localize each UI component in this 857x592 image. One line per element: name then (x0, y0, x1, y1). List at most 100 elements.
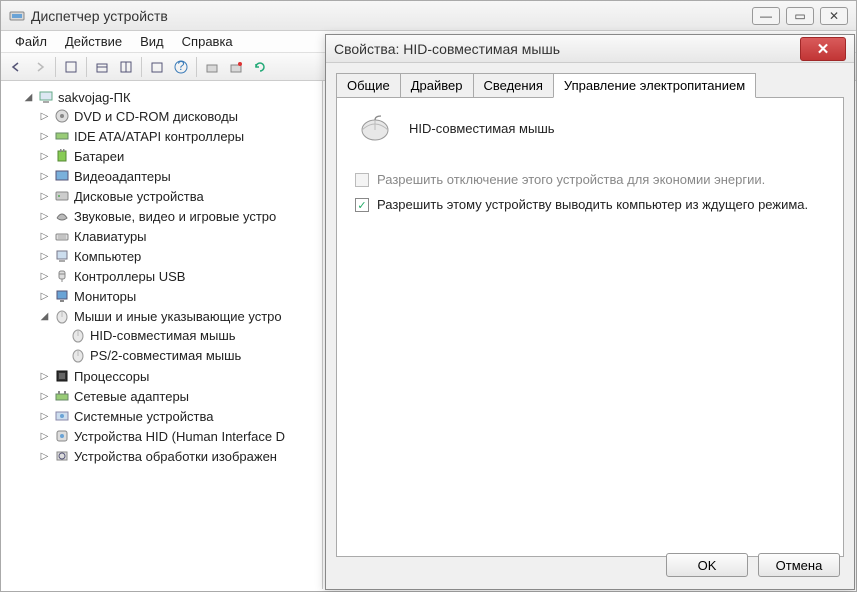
device-manager-icon (9, 8, 25, 24)
collapse-icon[interactable]: ◢ (39, 311, 50, 322)
dialog-buttons: OK Отмена (666, 553, 840, 577)
tab-panel-power: HID-совместимая мышь Разрешить отключени… (336, 97, 844, 557)
dm-title: Диспетчер устройств (31, 8, 752, 24)
tb-icon-3[interactable] (115, 56, 137, 78)
mouse-icon (70, 327, 86, 343)
expand-icon[interactable]: ▷ (39, 151, 50, 162)
tree-node[interactable]: ◢ Мыши и иные указывающие устро (37, 307, 322, 325)
menu-file[interactable]: Файл (7, 32, 55, 51)
tree-node[interactable]: ▷ Устройства обработки изображен (37, 447, 322, 465)
tree-node[interactable]: ▷ DVD и CD-ROM дисководы (37, 107, 322, 125)
device-category-icon (54, 208, 70, 224)
tree-node[interactable]: ▷Батареи (37, 147, 322, 165)
device-category-icon (54, 188, 70, 204)
device-category-icon (54, 308, 70, 324)
expand-icon[interactable]: ▷ (39, 171, 50, 182)
expand-icon[interactable]: ▷ (39, 431, 50, 442)
tree-leaf[interactable]: HID-совместимая мышь (53, 326, 322, 344)
device-category-icon (54, 248, 70, 264)
tree-node-label: Процессоры (74, 369, 149, 384)
tree-leaf[interactable]: PS/2-совместимая мышь (53, 346, 322, 364)
tree-node[interactable]: ▷ Процессоры (37, 367, 322, 385)
cancel-button[interactable]: Отмена (758, 553, 840, 577)
tb-icon-5[interactable] (201, 56, 223, 78)
tab-strip: Общие Драйвер Сведения Управление электр… (326, 63, 854, 97)
expand-icon[interactable]: ▷ (39, 391, 50, 402)
menu-view[interactable]: Вид (132, 32, 172, 51)
computer-icon (38, 89, 54, 105)
device-name-label: HID-совместимая мышь (409, 121, 555, 136)
tree-leaf-label: HID-совместимая мышь (90, 328, 236, 343)
collapse-icon[interactable]: ◢ (23, 92, 34, 103)
back-button[interactable] (5, 56, 27, 78)
tree-node[interactable]: ▷Компьютер (37, 247, 322, 265)
device-header: HID-совместимая мышь (355, 112, 825, 144)
tree-node[interactable]: ▷ Мониторы (37, 287, 322, 305)
expand-icon[interactable]: ▷ (39, 231, 50, 242)
device-category-icon (54, 368, 70, 384)
tree-leaf-label: PS/2-совместимая мышь (90, 348, 241, 363)
tree-node[interactable]: ▷Клавиатуры (37, 227, 322, 245)
expand-icon[interactable]: ▷ (39, 191, 50, 202)
expand-icon[interactable]: ▷ (39, 371, 50, 382)
tb-icon-4[interactable] (146, 56, 168, 78)
tree-node-label: Сетевые адаптеры (74, 389, 189, 404)
expand-icon[interactable]: ▷ (39, 131, 50, 142)
ok-button[interactable]: OK (666, 553, 748, 577)
props-title: Свойства: HID-совместимая мышь (334, 41, 800, 57)
expand-icon[interactable]: ▷ (39, 111, 50, 122)
tree-node[interactable]: ▷Дисковые устройства (37, 187, 322, 205)
minimize-button[interactable]: — (752, 7, 780, 25)
tree-node[interactable]: ▷IDE ATA/ATAPI контроллеры (37, 127, 322, 145)
tab-driver[interactable]: Драйвер (400, 73, 474, 97)
tree-node[interactable]: ▷ Контроллеры USB (37, 267, 322, 285)
expand-icon[interactable]: ▷ (39, 451, 50, 462)
expand-icon[interactable]: ▷ (39, 271, 50, 282)
tree-node[interactable]: ▷ Устройства HID (Human Interface D (37, 427, 322, 445)
close-button[interactable]: ✕ (800, 37, 846, 61)
tree-node[interactable]: ▷Звуковые, видео и игровые устро (37, 207, 322, 225)
tb-icon-6[interactable] (225, 56, 247, 78)
tree-node-label: Мониторы (74, 289, 136, 304)
tree-node[interactable]: ▷ Сетевые адаптеры (37, 387, 322, 405)
tree-node-label: Контроллеры USB (74, 269, 185, 284)
device-category-icon (54, 408, 70, 424)
expand-icon[interactable]: ▷ (39, 251, 50, 262)
tab-general[interactable]: Общие (336, 73, 401, 97)
tree-node[interactable]: ▷Видеоадаптеры (37, 167, 322, 185)
device-category-icon (54, 428, 70, 444)
tb-icon-1[interactable] (60, 56, 82, 78)
tree-root[interactable]: ◢ sakvojag-ПК (21, 88, 322, 106)
tree-node-label: Мыши и иные указывающие устро (74, 309, 282, 324)
option-allow-wake-label: Разрешить этому устройству выводить комп… (377, 197, 808, 212)
menu-help[interactable]: Справка (174, 32, 241, 51)
expand-icon[interactable]: ▷ (39, 411, 50, 422)
close-button[interactable]: ✕ (820, 7, 848, 25)
tree-node-label: DVD и CD-ROM дисководы (74, 109, 238, 124)
tb-icon-2[interactable] (91, 56, 113, 78)
device-tree[interactable]: ◢ sakvojag-ПК ▷ DVD и CD-ROM дисководы ▷ID… (1, 81, 323, 589)
forward-button[interactable] (29, 56, 51, 78)
tree-node[interactable]: ▷ Системные устройства (37, 407, 322, 425)
device-category-icon (54, 288, 70, 304)
option-allow-wake[interactable]: ✓ Разрешить этому устройству выводить ко… (355, 197, 825, 212)
device-category-icon (54, 128, 70, 144)
tree-node-label: Системные устройства (74, 409, 213, 424)
menu-action[interactable]: Действие (57, 32, 130, 51)
checkbox-allow-wake[interactable]: ✓ (355, 198, 369, 212)
checkbox-allow-turnoff (355, 173, 369, 187)
tree-node-label: Устройства HID (Human Interface D (74, 429, 285, 444)
properties-dialog: Свойства: HID-совместимая мышь ✕ Общие Д… (325, 34, 855, 590)
expand-icon[interactable]: ▷ (39, 211, 50, 222)
expand-icon[interactable]: ▷ (39, 291, 50, 302)
device-category-icon (54, 448, 70, 464)
props-title-bar: Свойства: HID-совместимая мышь ✕ (326, 35, 854, 63)
refresh-icon[interactable] (249, 56, 271, 78)
tab-details[interactable]: Сведения (473, 73, 554, 97)
mouse-icon (70, 347, 86, 363)
tab-power-management[interactable]: Управление электропитанием (553, 73, 756, 98)
tree-node-label: Устройства обработки изображен (74, 449, 277, 464)
maximize-button[interactable]: ▭ (786, 7, 814, 25)
help-icon[interactable]: ? (170, 56, 192, 78)
device-category-icon (54, 268, 70, 284)
